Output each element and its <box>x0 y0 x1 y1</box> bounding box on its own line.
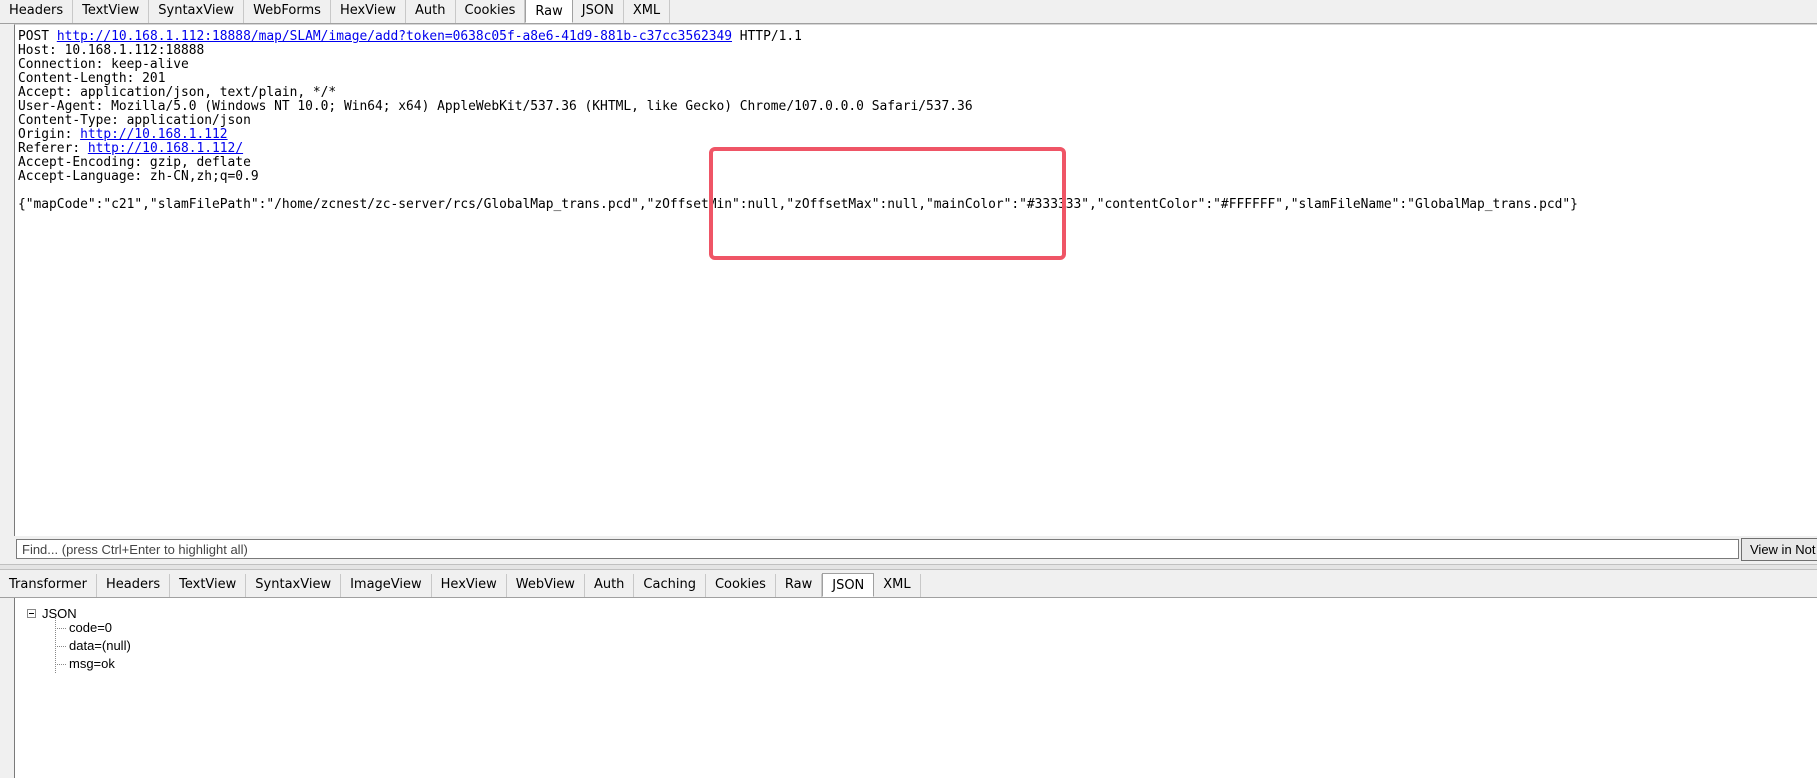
tree-node-data[interactable]: data=(null) <box>55 637 131 655</box>
request-method: POST <box>18 29 50 44</box>
tab-imageview[interactable]: ImageView <box>341 574 432 597</box>
collapse-icon[interactable] <box>27 609 36 618</box>
tab-auth[interactable]: Auth <box>406 0 456 23</box>
header-referer: Referer: http://10.168.1.112/ <box>18 142 1817 156</box>
header-host: Host: 10.168.1.112:18888 <box>18 43 205 58</box>
header-connection: Connection: keep-alive <box>18 57 189 72</box>
tab-json[interactable]: JSON <box>572 0 624 23</box>
referer-label: Referer: <box>18 141 88 156</box>
tab-hexview[interactable]: HexView <box>330 0 407 23</box>
tab-cookies[interactable]: Cookies <box>455 0 526 23</box>
tab-response-headers[interactable]: Headers <box>97 574 171 597</box>
tab-response-textview[interactable]: TextView <box>170 574 247 597</box>
tab-response-raw[interactable]: Raw <box>775 574 823 597</box>
tab-transformer[interactable]: Transformer <box>0 574 98 597</box>
header-accept-language: Accept-Language: zh-CN,zh;q=0.9 <box>18 169 259 184</box>
tab-syntaxview[interactable]: SyntaxView <box>149 0 245 23</box>
find-input[interactable] <box>16 539 1739 559</box>
tab-textview[interactable]: TextView <box>73 0 150 23</box>
find-bar: View in Not <box>14 537 1817 563</box>
tab-response-cookies[interactable]: Cookies <box>705 574 776 597</box>
request-url-link[interactable]: http://10.168.1.112:18888/map/SLAM/image… <box>57 29 732 44</box>
tree-node-msg[interactable]: msg=ok <box>55 655 115 673</box>
origin-link[interactable]: http://10.168.1.112 <box>80 127 227 142</box>
tab-response-auth[interactable]: Auth <box>584 574 635 597</box>
panel-splitter[interactable] <box>0 564 1817 570</box>
tab-webforms[interactable]: WebForms <box>244 0 331 23</box>
tab-response-syntaxview[interactable]: SyntaxView <box>246 574 342 597</box>
tab-caching[interactable]: Caching <box>634 574 706 597</box>
referer-link[interactable]: http://10.168.1.112/ <box>88 141 243 156</box>
tab-response-hexview[interactable]: HexView <box>431 574 507 597</box>
tab-response-json[interactable]: JSON <box>822 573 875 597</box>
origin-label: Origin: <box>18 127 81 142</box>
json-tree-view: JSON code=0 data=(null) msg=ok <box>14 598 1817 778</box>
request-tab-bar: Headers TextView SyntaxView WebForms Hex… <box>0 0 1817 24</box>
header-content-type: Content-Type: application/json <box>18 113 251 128</box>
request-protocol: HTTP/1.1 <box>739 29 802 44</box>
header-content-length: Content-Length: 201 <box>18 71 166 86</box>
header-accept: Accept: application/json, text/plain, */… <box>18 85 337 100</box>
request-line: POST http://10.168.1.112:18888/map/SLAM/… <box>18 30 1817 44</box>
response-tab-bar: Transformer Headers TextView SyntaxView … <box>0 573 1817 598</box>
tab-headers[interactable]: Headers <box>0 0 74 23</box>
tab-webview[interactable]: WebView <box>506 574 585 597</box>
header-accept-encoding: Accept-Encoding: gzip, deflate <box>18 155 251 170</box>
tab-raw[interactable]: Raw <box>525 0 573 23</box>
tab-response-xml[interactable]: XML <box>874 574 921 597</box>
view-in-notepad-button[interactable]: View in Not <box>1741 538 1817 561</box>
header-origin: Origin: http://10.168.1.112 <box>18 128 1817 142</box>
header-user-agent: User-Agent: Mozilla/5.0 (Windows NT 10.0… <box>18 99 973 114</box>
raw-request-view[interactable]: POST http://10.168.1.112:18888/map/SLAM/… <box>14 24 1817 536</box>
tree-node-code[interactable]: code=0 <box>55 619 112 637</box>
tab-xml[interactable]: XML <box>623 0 671 23</box>
request-body: {"mapCode":"c21","slamFilePath":"/home/z… <box>18 197 1578 212</box>
